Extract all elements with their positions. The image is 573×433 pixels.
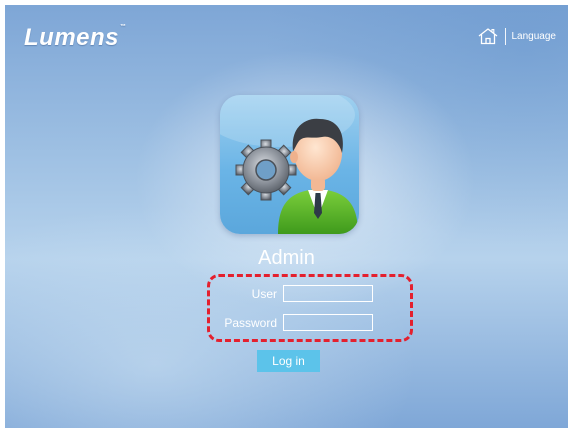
brand-trademark: ™ <box>120 24 127 30</box>
top-nav: Language <box>477 27 557 45</box>
admin-user-gear-icon <box>220 95 359 234</box>
window-frame: Lumens™ Language Admin User Password Log… <box>0 0 573 433</box>
user-input[interactable] <box>283 285 373 302</box>
user-label: User <box>251 286 277 301</box>
password-label: Password <box>224 315 277 330</box>
brand-name: Lumens <box>24 24 120 51</box>
password-input[interactable] <box>283 314 373 331</box>
password-row: Password <box>219 314 373 331</box>
nav-separator <box>504 27 506 45</box>
page-title: Admin <box>258 247 315 269</box>
login-screen: Lumens™ Language Admin User Password Log… <box>5 5 568 428</box>
brand-logo: Lumens™ <box>24 24 127 52</box>
login-button[interactable]: Log in <box>257 350 320 372</box>
language-link[interactable]: Language <box>512 31 557 42</box>
home-icon[interactable] <box>477 27 499 45</box>
user-row: User <box>219 285 373 302</box>
